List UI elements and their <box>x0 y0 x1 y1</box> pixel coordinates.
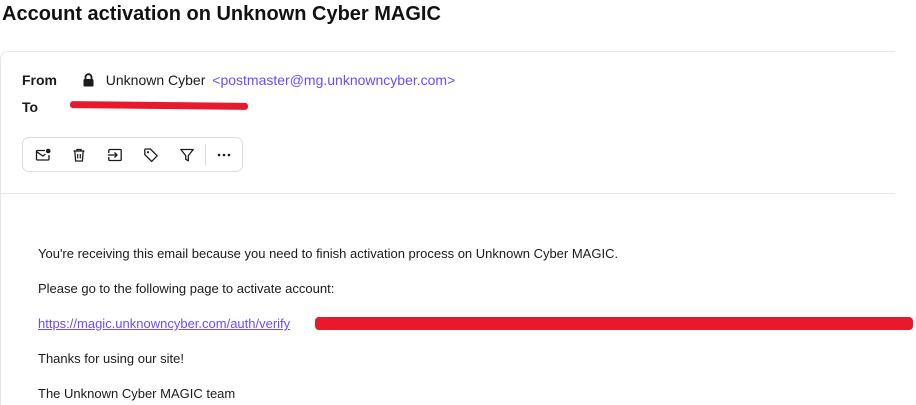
body-paragraph-1: You're receiving this email because you … <box>38 246 619 261</box>
sender-name[interactable]: Unknown Cyber <box>106 72 206 88</box>
lock-icon <box>82 73 95 87</box>
activation-link-line: https://magic.unknowncyber.com/auth/veri… <box>38 316 290 332</box>
to-row: To <box>22 98 78 116</box>
body-paragraph-2: Please go to the following page to activ… <box>38 281 335 296</box>
email-subject: Account activation on Unknown Cyber MAGI… <box>2 3 441 25</box>
email-view: Account activation on Unknown Cyber MAGI… <box>0 0 916 405</box>
redacted-link-token <box>315 317 913 330</box>
label-button[interactable] <box>133 138 169 171</box>
filter-button[interactable] <box>169 138 205 171</box>
message-toolbar <box>22 137 243 172</box>
redacted-recipient <box>69 101 249 110</box>
message-card: From Unknown Cyber <postmaster@mg.unknow… <box>0 51 913 405</box>
to-label: To <box>22 99 39 115</box>
mark-unread-button[interactable] <box>25 138 61 171</box>
tag-icon <box>143 147 159 163</box>
body-paragraph-4: Thanks for using our site! <box>38 351 184 366</box>
more-actions-button[interactable] <box>206 138 242 171</box>
trash-icon <box>71 147 87 163</box>
activation-link[interactable]: https://magic.unknowncyber.com/auth/veri… <box>38 316 290 331</box>
more-icon <box>216 147 232 163</box>
mark-unread-icon <box>35 147 51 163</box>
from-row: From Unknown Cyber <postmaster@mg.unknow… <box>22 71 455 89</box>
header-divider <box>1 193 895 194</box>
sender-email[interactable]: <postmaster@mg.unknowncyber.com> <box>212 72 455 88</box>
move-icon <box>107 147 123 163</box>
from-label: From <box>22 72 57 88</box>
body-signature: The Unknown Cyber MAGIC team <box>38 386 236 401</box>
move-button[interactable] <box>97 138 133 171</box>
delete-button[interactable] <box>61 138 97 171</box>
filter-icon <box>179 147 195 163</box>
